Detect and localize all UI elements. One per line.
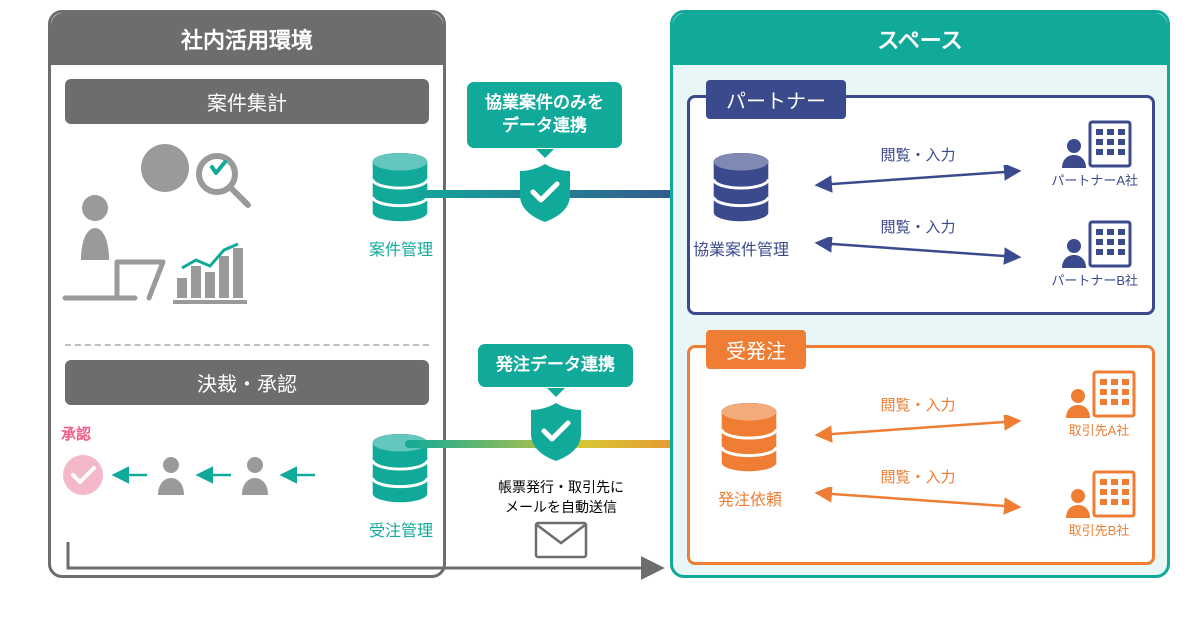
- approval-header: 決裁・承認: [65, 360, 429, 405]
- client-company-b: 取引先B社: [1060, 468, 1138, 539]
- analytics-icon: [57, 130, 257, 310]
- shield-order-l1: 発注データ連携: [496, 355, 615, 374]
- mail-icon: [534, 521, 588, 559]
- partner-link-1: 閲覧・入力: [808, 144, 1028, 193]
- case-db: 案件管理: [369, 152, 433, 260]
- divider: [65, 344, 429, 346]
- shield-collab-bubble: 協業案件のみを データ連携: [467, 82, 622, 148]
- partner-box: パートナー 協業案件管理 閲覧・入力 閲覧・入力 パートナーA社 パートナーB社: [687, 95, 1155, 315]
- client-company-a: 取引先A社: [1060, 368, 1138, 439]
- approval-flow-icon: [59, 445, 339, 535]
- aggregate-body: 案件管理: [51, 124, 443, 344]
- orderreq-db-label: 発注依頼: [718, 486, 782, 510]
- shield-order-bubble: 発注データ連携: [478, 344, 633, 387]
- mail-block: 帳票発行・取引先に メールを自動送信: [466, 478, 656, 559]
- shield-collab: 協業案件のみを データ連携: [467, 82, 622, 222]
- company-icon: [1060, 368, 1138, 420]
- order-box-title: 受発注: [706, 330, 806, 369]
- order-box: 受発注 発注依頼 閲覧・入力 閲覧・入力 取引先A社 取引先B社: [687, 345, 1155, 565]
- order-link-2: 閲覧・入力: [808, 466, 1028, 515]
- partner-db-label: 協業案件管理: [686, 236, 796, 260]
- order-db-label: 受注管理: [369, 517, 433, 541]
- company-icon: [1060, 468, 1138, 520]
- orderreq-db: 発注依頼: [718, 402, 782, 510]
- shield-order: 発注データ連携: [478, 344, 633, 461]
- shield-icon: [518, 162, 572, 222]
- partner-link-2: 閲覧・入力: [808, 216, 1028, 265]
- partner-company-a: パートナーA社: [1051, 118, 1138, 189]
- partner-box-title: パートナー: [706, 80, 846, 119]
- internal-title: 社内活用環境: [51, 13, 443, 65]
- order-link-1: 閲覧・入力: [808, 394, 1028, 443]
- database-icon: [718, 402, 780, 480]
- aggregate-header: 案件集計: [65, 79, 429, 124]
- company-icon: [1056, 118, 1134, 170]
- shield-icon: [529, 401, 583, 461]
- case-db-label: 案件管理: [369, 236, 433, 260]
- company-icon: [1056, 218, 1134, 270]
- shield-collab-l1: 協業案件のみを: [485, 93, 604, 112]
- partner-db: 協業案件管理: [710, 152, 796, 260]
- database-icon: [710, 152, 772, 230]
- space-title: スペース: [673, 13, 1167, 65]
- shield-collab-l2: データ連携: [502, 116, 587, 135]
- approval-body: 承認 受注管理: [51, 405, 443, 625]
- approved-label: 承認: [61, 423, 91, 444]
- internal-environment-panel: 社内活用環境 案件集計: [48, 10, 446, 578]
- mail-note: 帳票発行・取引先に メールを自動送信: [466, 478, 656, 517]
- partner-company-b: パートナーB社: [1051, 218, 1138, 289]
- space-panel: スペース パートナー 協業案件管理 閲覧・入力 閲覧・入力 パートナーA社 パー…: [670, 10, 1170, 578]
- order-db: 受注管理: [369, 433, 433, 541]
